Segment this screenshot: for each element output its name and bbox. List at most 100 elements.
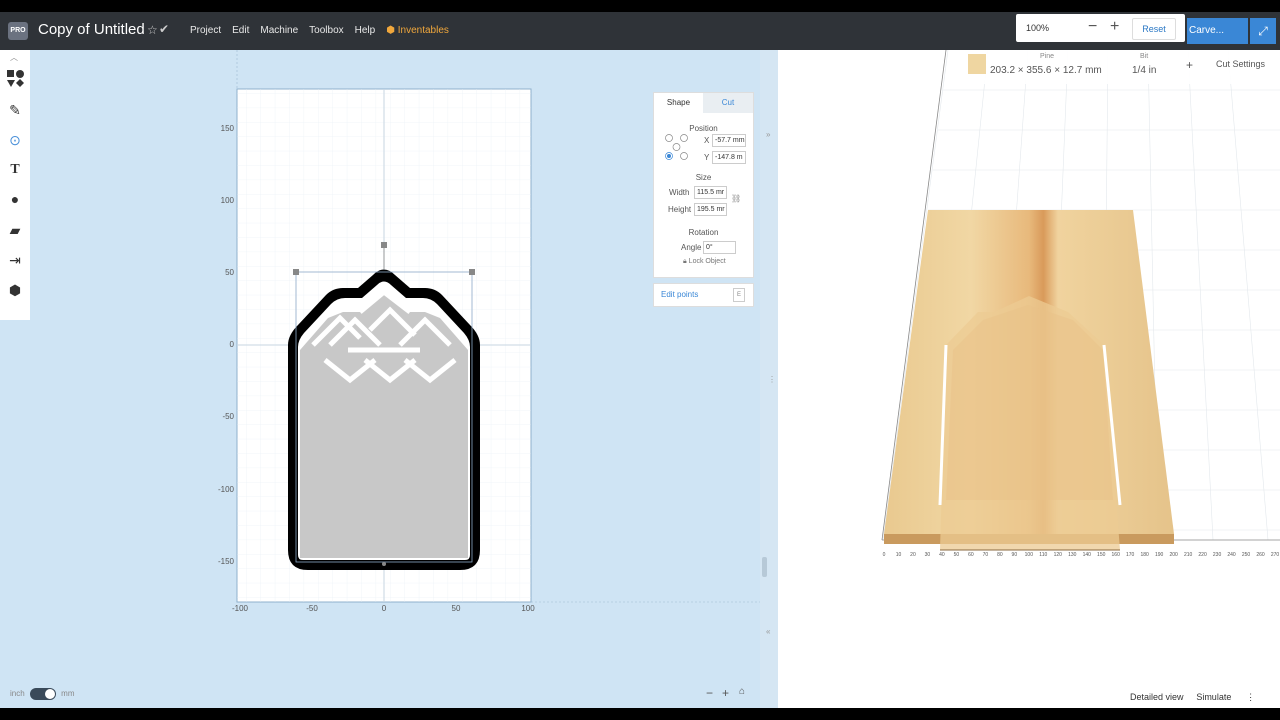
import-icon[interactable]: ⇥ bbox=[7, 252, 23, 268]
preview-x-tick-label: 150 bbox=[1097, 552, 1106, 558]
canvas-zoom-in-icon[interactable]: + bbox=[722, 686, 729, 700]
tab-shape[interactable]: Shape bbox=[654, 93, 703, 113]
canvas-zoom-out-icon[interactable]: − bbox=[706, 686, 713, 700]
material-bar: Pine 203.2 × 355.6 × 12.7 mm Bit 1/4 in … bbox=[960, 50, 1280, 84]
simulate-button[interactable]: Simulate bbox=[1196, 692, 1231, 702]
link-proportions-icon[interactable]: ⛓ bbox=[731, 194, 741, 203]
y-tick-label: -100 bbox=[218, 485, 235, 494]
panel-divider[interactable]: » ⋮ « bbox=[760, 50, 778, 708]
preview-x-tick-label: 170 bbox=[1126, 552, 1135, 558]
x-tick-label: -50 bbox=[306, 604, 318, 613]
y-tick-label: -50 bbox=[222, 412, 234, 421]
reset-button[interactable]: Reset bbox=[1132, 18, 1176, 40]
bit-value[interactable]: 1/4 in bbox=[1132, 65, 1156, 76]
text-tool-icon[interactable]: T bbox=[7, 162, 23, 178]
preview-x-tick-label: 110 bbox=[1039, 552, 1047, 558]
apps-box-icon[interactable]: ▰ bbox=[7, 222, 23, 238]
menu-machine[interactable]: Machine bbox=[260, 25, 298, 36]
icons-apple-icon[interactable]: ● bbox=[7, 191, 23, 207]
shapes-icon[interactable] bbox=[7, 70, 24, 87]
preview-x-tick-label: 80 bbox=[997, 552, 1003, 558]
height-input[interactable]: 195.5 mr bbox=[694, 203, 727, 216]
lock-object-toggle[interactable]: 🔒︎ Lock Object bbox=[683, 258, 726, 266]
tool-sidebar: ︿ ✎ ⊙ T ● ▰ ⇥ ⬢ bbox=[0, 50, 31, 320]
preview-x-tick-label: 270 bbox=[1271, 552, 1280, 558]
3d-model-icon[interactable]: ⬢ bbox=[7, 282, 23, 298]
more-menu-icon[interactable]: ⋮ bbox=[1246, 692, 1255, 702]
y-tick-label: -150 bbox=[218, 557, 235, 566]
collapse-up-icon[interactable]: ︿ bbox=[10, 52, 18, 63]
menu-help[interactable]: Help bbox=[355, 25, 376, 36]
tab-cut[interactable]: Cut bbox=[703, 93, 753, 113]
preview-x-tick-label: 40 bbox=[939, 552, 945, 558]
preview-x-tick-label: 0 bbox=[883, 552, 886, 558]
menu-project[interactable]: Project bbox=[190, 25, 221, 36]
hexagon-icon: ⬢ bbox=[386, 25, 398, 36]
project-title[interactable]: Copy of Untitled bbox=[38, 21, 145, 38]
zoom-out-button[interactable]: − bbox=[1088, 18, 1097, 36]
scrollbar-thumb[interactable] bbox=[762, 557, 767, 577]
preview-x-tick-label: 90 bbox=[1012, 552, 1018, 558]
preview-footer: Detailed view Simulate ⋮ bbox=[1130, 692, 1255, 703]
zoom-in-button[interactable]: + bbox=[1110, 18, 1119, 36]
y-tick-label: 50 bbox=[225, 268, 234, 277]
y-position-input[interactable]: -147.8 m bbox=[712, 151, 746, 164]
menu-inventables[interactable]: ⬢ Inventables bbox=[386, 25, 449, 36]
drag-handle-icon[interactable]: ⋮ bbox=[768, 375, 776, 384]
preview-x-tick-label: 210 bbox=[1184, 552, 1193, 558]
unit-toggle[interactable]: inch mm bbox=[10, 688, 74, 700]
home-icon[interactable]: ⌂ bbox=[739, 686, 745, 697]
lock-object-label: Lock Object bbox=[688, 258, 726, 265]
point-tool-icon[interactable]: ⊙ bbox=[7, 132, 23, 148]
rotate-handle[interactable] bbox=[381, 242, 387, 248]
material-swatch[interactable] bbox=[968, 54, 986, 74]
preview-x-tick-label: 220 bbox=[1198, 552, 1207, 558]
menu-toolbox[interactable]: Toolbox bbox=[309, 25, 343, 36]
design-canvas-svg: 150 100 50 0 -50 -100 -150 -100 -50 0 50… bbox=[218, 50, 760, 613]
preview-x-tick-label: 120 bbox=[1054, 552, 1063, 558]
material-name: Pine bbox=[1040, 53, 1055, 60]
unit-inch-label: inch bbox=[10, 689, 25, 699]
anchor-point-selector[interactable] bbox=[664, 133, 690, 163]
3d-preview-panel[interactable]: 0 10 20 30 40 50 60 70 80 90 100 110 120 130 140 150 160… bbox=[778, 50, 1280, 708]
angle-input[interactable]: 0° bbox=[703, 241, 736, 254]
top-bar: PRO Copy of Untitled ☆ ✔ Project Edit Ma… bbox=[0, 12, 1280, 50]
preview-x-tick-label: 50 bbox=[954, 552, 960, 558]
x-tick-label: -100 bbox=[232, 604, 249, 613]
expand-icon[interactable]: ⤢ bbox=[1250, 18, 1276, 44]
design-canvas[interactable]: 150 100 50 0 -50 -100 -150 -100 -50 0 50… bbox=[30, 50, 760, 708]
x-tick-label: 100 bbox=[521, 604, 535, 613]
cut-settings-button[interactable]: Cut Settings bbox=[1216, 59, 1265, 69]
material-dimensions[interactable]: 203.2 × 355.6 × 12.7 mm bbox=[990, 65, 1102, 76]
toggle-switch[interactable] bbox=[29, 688, 56, 700]
edit-points-link[interactable]: Edit points bbox=[661, 290, 698, 299]
preview-x-tick-label: 70 bbox=[983, 552, 989, 558]
width-input[interactable]: 115.5 mr bbox=[694, 186, 727, 199]
x-position-input[interactable]: -57.7 mm bbox=[712, 134, 746, 147]
detailed-view-button[interactable]: Detailed view bbox=[1130, 692, 1184, 702]
preview-svg: 0 10 20 30 40 50 60 70 80 90 100 110 120 130 140 150 160… bbox=[881, 50, 1280, 558]
pen-tool-icon[interactable]: ✎ bbox=[7, 102, 23, 118]
preview-x-tick-label: 60 bbox=[968, 552, 974, 558]
carve-button[interactable]: Carve... bbox=[1187, 18, 1248, 44]
rotation-heading: Rotation bbox=[688, 228, 719, 237]
app-logo: PRO bbox=[8, 22, 28, 40]
add-bit-button[interactable]: + bbox=[1186, 58, 1193, 72]
preview-x-tick-label: 200 bbox=[1169, 552, 1178, 558]
height-label: Height bbox=[668, 205, 692, 214]
preview-x-tick-label: 30 bbox=[925, 552, 931, 558]
x-tick-label: 0 bbox=[382, 604, 387, 613]
chevron-right-icon[interactable]: » bbox=[766, 130, 770, 139]
position-heading: Position bbox=[689, 124, 718, 133]
y-tick-label: 100 bbox=[221, 196, 235, 205]
resize-handle[interactable] bbox=[293, 269, 299, 275]
edit-points-panel[interactable]: Edit points E bbox=[653, 283, 754, 307]
star-icon[interactable]: ☆ bbox=[147, 23, 158, 37]
resize-handle[interactable] bbox=[469, 269, 475, 275]
bit-label: Bit bbox=[1140, 53, 1149, 60]
chevron-left-icon[interactable]: « bbox=[766, 627, 770, 636]
menu-edit[interactable]: Edit bbox=[232, 25, 249, 36]
y-label: Y bbox=[704, 153, 710, 162]
x-tick-label: 50 bbox=[452, 604, 461, 613]
preview-x-tick-label: 140 bbox=[1083, 552, 1092, 558]
